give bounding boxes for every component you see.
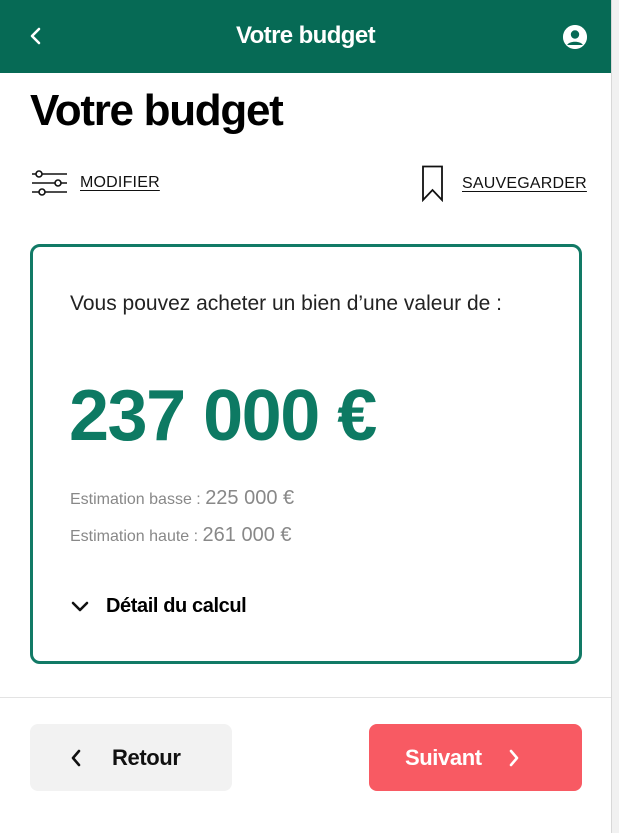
high-estimate-value: 261 000 € [202,524,292,546]
footer-divider [0,697,611,698]
calculation-detail-label: Détail du calcul [106,595,247,617]
budget-amount: 237 000 € [69,376,377,456]
header-title: Votre budget [235,22,376,49]
high-estimate: Estimation haute : 261 000 € [70,524,292,547]
back-step-button[interactable]: Retour [30,724,232,791]
back-step-label: Retour [112,744,181,770]
chevron-down-icon [71,601,89,611]
modify-link[interactable]: MODIFIER [31,170,160,196]
page-title: Votre budget [30,86,284,135]
chevron-left-icon [71,749,81,766]
user-avatar-icon [563,25,587,49]
save-link[interactable]: SAUVEGARDER [421,165,587,202]
calculation-detail-toggle[interactable]: Détail du calcul [70,595,247,618]
high-estimate-label: Estimation haute : [70,528,199,545]
result-intro: Vous pouvez acheter un bien d’une valeur… [70,292,502,315]
page: Votre budget Votre budget MODIFIER SAUVE… [0,0,619,833]
low-estimate: Estimation basse : 225 000 € [70,487,294,510]
next-step-button[interactable]: Suivant [369,724,582,791]
account-button[interactable] [563,25,587,49]
next-step-label: Suivant [405,744,482,770]
sliders-icon [32,170,67,196]
modify-label[interactable]: MODIFIER [80,174,160,192]
low-estimate-value: 225 000 € [205,487,295,509]
budget-result-card: Vous pouvez acheter un bien d’une valeur… [30,244,582,664]
scrollbar-track[interactable] [611,0,619,833]
save-label[interactable]: SAUVEGARDER [462,175,587,193]
top-app-bar: Votre budget [0,0,611,73]
chevron-right-icon [509,749,518,766]
low-estimate-label: Estimation basse : [70,491,201,508]
bookmark-icon [422,165,443,202]
